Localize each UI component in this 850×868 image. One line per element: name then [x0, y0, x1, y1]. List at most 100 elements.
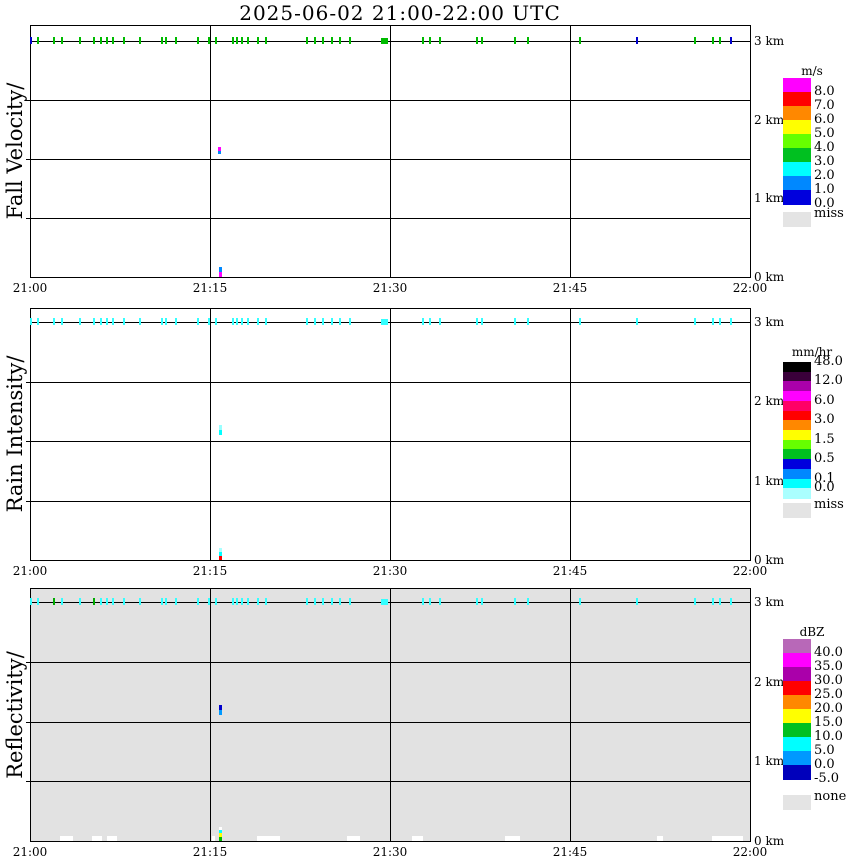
detection-tick: [331, 318, 333, 325]
detection-tick: [139, 318, 141, 325]
detection-tick: [579, 37, 581, 44]
detection-tick: [215, 598, 217, 605]
detection-tick: [306, 598, 308, 605]
detection-tick: [439, 598, 441, 605]
detection-tick: [123, 37, 125, 44]
fall-velocity-x-tick-label: 21:30: [372, 281, 408, 295]
rain-intensity-legend-band: [783, 439, 811, 450]
detection-tick: [241, 318, 243, 325]
detection-tick: [61, 318, 63, 325]
detection-tick: [208, 37, 210, 44]
fall-velocity-v-gridline: [210, 25, 211, 277]
detection-tick: [481, 37, 483, 44]
reflectivity-legend-band: [783, 653, 811, 668]
surface-white-strip: [107, 836, 117, 841]
fall-velocity-v-gridline: [570, 25, 571, 277]
rain-intensity-legend-band: [783, 391, 811, 402]
fall-velocity-legend-band: [783, 176, 811, 191]
surface-white-strip: [60, 836, 73, 841]
detection-tick: [527, 318, 529, 325]
detection-tick: [165, 37, 167, 44]
rain-intensity-legend-band: [783, 459, 811, 470]
detection-tick: [514, 318, 516, 325]
rain-intensity-legend-band: [783, 381, 811, 392]
detection-tick: [247, 318, 249, 325]
detection-tick: [730, 318, 732, 325]
detection-tick: [514, 37, 516, 44]
detection-tick: [349, 318, 351, 325]
radar-time-height-chart: 2025-06-02 21:00-22:00 UTC 3 km 2 km 1 km 0…: [0, 0, 850, 868]
rain-intensity-legend-band: [783, 488, 811, 499]
detection-tick: [197, 598, 199, 605]
reflectivity-ylabel: Reflectivity/: [3, 650, 27, 779]
detection-tick: [93, 37, 95, 44]
rain-intensity-legend-miss-label: miss: [814, 497, 844, 512]
reflectivity-legend-band: [783, 667, 811, 682]
detection-tick: [93, 598, 95, 605]
rain-intensity-legend-label: 12.0: [814, 373, 843, 389]
detection-square: [381, 38, 388, 44]
detection-tick: [439, 318, 441, 325]
detection-tick: [349, 598, 351, 605]
detection-tick: [175, 598, 177, 605]
fall-velocity-legend-band: [783, 120, 811, 135]
detection-tick: [37, 318, 39, 325]
fall-velocity-x-tick-label: 21:15: [192, 281, 228, 295]
reflectivity-y-tick-label: 3 km: [754, 595, 785, 609]
reflectivity-x-tick-label: 21:30: [372, 845, 408, 859]
detection-tick: [93, 318, 95, 325]
detection-tick: [481, 598, 483, 605]
detection-tick: [314, 318, 316, 325]
detection-tick: [331, 598, 333, 605]
surface-white-strip: [257, 836, 280, 841]
reflectivity-x-tick-label: 21:45: [552, 845, 588, 859]
reflectivity-legend-band: [783, 751, 811, 766]
detection-tick: [30, 598, 32, 605]
detection-tick: [100, 598, 102, 605]
rain-intensity-legend-band: [783, 478, 811, 489]
echo-cell: [218, 151, 221, 154]
detection-tick: [100, 37, 102, 44]
detection-tick: [215, 318, 217, 325]
detection-tick: [636, 37, 638, 44]
echo-cell: [219, 272, 222, 277]
detection-tick: [139, 37, 141, 44]
rain-intensity-x-tick-label: 21:15: [192, 564, 228, 578]
detection-tick: [694, 37, 696, 44]
fall-velocity-legend-title: m/s: [801, 64, 823, 78]
detection-tick: [719, 37, 721, 44]
detection-tick: [175, 318, 177, 325]
reflectivity-legend-band: [783, 695, 811, 710]
fall-velocity-legend-band: [783, 78, 811, 93]
detection-tick: [331, 37, 333, 44]
detection-tick: [236, 37, 238, 44]
rain-intensity-legend-band: [783, 468, 811, 480]
detection-tick: [429, 598, 431, 605]
fall-velocity-x-tick-label: 21:45: [552, 281, 588, 295]
detection-tick: [106, 37, 108, 44]
detection-tick: [257, 37, 259, 44]
detection-tick: [236, 598, 238, 605]
reflectivity-legend-band: [783, 737, 811, 752]
detection-tick: [636, 318, 638, 325]
echo-cell: [219, 556, 222, 560]
rain-intensity-x-tick-label: 21:45: [552, 564, 588, 578]
detection-tick: [439, 37, 441, 44]
detection-tick: [712, 37, 714, 44]
fall-velocity-legend-miss-label: miss: [814, 206, 844, 221]
detection-tick: [247, 37, 249, 44]
detection-tick: [30, 318, 32, 325]
reflectivity-legend-band: [783, 639, 811, 654]
detection-tick: [422, 318, 424, 325]
rain-intensity-legend-band: [783, 410, 811, 421]
fall-velocity-legend-band: [783, 134, 811, 149]
detection-tick: [349, 37, 351, 44]
reflectivity-axis-tick: [26, 781, 30, 783]
surface-white-strip: [92, 836, 102, 841]
detection-tick: [306, 318, 308, 325]
reflectivity-x-tick-label: 21:15: [192, 845, 228, 859]
fall-velocity-ylabel: Fall Velocity/: [3, 82, 27, 220]
rain-intensity-y-tick-label: 3 km: [754, 315, 785, 329]
detection-tick: [247, 598, 249, 605]
detection-tick: [481, 318, 483, 325]
